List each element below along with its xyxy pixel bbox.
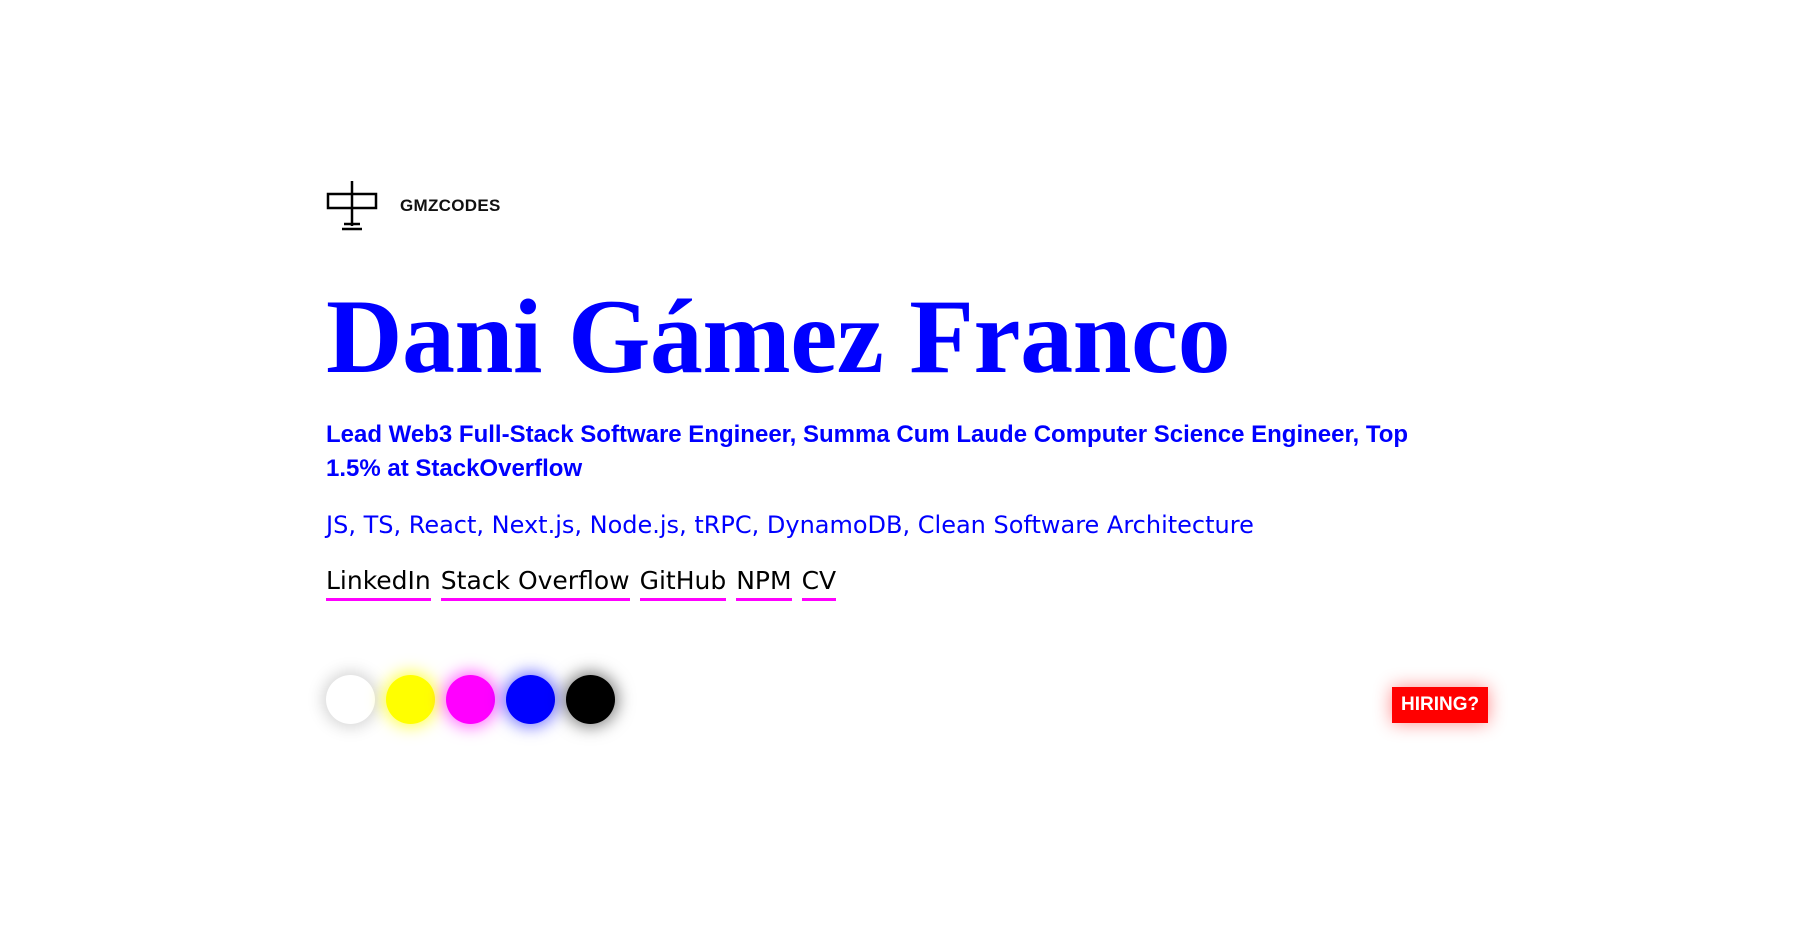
- brand-name: GMZCODES: [400, 196, 501, 215]
- linkedin-link[interactable]: LinkedIn: [326, 564, 431, 601]
- npm-link[interactable]: NPM: [736, 564, 792, 601]
- signpost-cross-icon: [326, 181, 378, 231]
- page-container: GMZCODES Dani Gámez Franco Lead Web3 Ful…: [326, 180, 1489, 727]
- stack-overflow-link[interactable]: Stack Overflow: [440, 564, 630, 601]
- theme-switcher: [326, 675, 1486, 724]
- theme-swatch-black[interactable]: [566, 675, 615, 724]
- tech-stack: JS, TS, React, Next.js, Node.js, tRPC, D…: [326, 511, 1254, 539]
- social-links: LinkedIn Stack Overflow GitHub NPM CV: [326, 564, 1486, 601]
- github-link[interactable]: GitHub: [639, 564, 727, 601]
- brand-header[interactable]: GMZCODES: [326, 180, 1486, 232]
- bottom-row: HIRING?: [326, 675, 1489, 727]
- theme-swatch-blue[interactable]: [506, 675, 555, 724]
- cv-link[interactable]: CV: [801, 564, 837, 601]
- theme-swatch-yellow[interactable]: [386, 675, 435, 724]
- tagline: Lead Web3 Full-Stack Software Engineer, …: [326, 421, 1409, 482]
- hiring-button[interactable]: HIRING?: [1392, 687, 1489, 723]
- theme-swatch-magenta[interactable]: [446, 675, 495, 724]
- theme-swatch-white[interactable]: [326, 675, 375, 724]
- page-title: Dani Gámez Franco: [326, 278, 1231, 395]
